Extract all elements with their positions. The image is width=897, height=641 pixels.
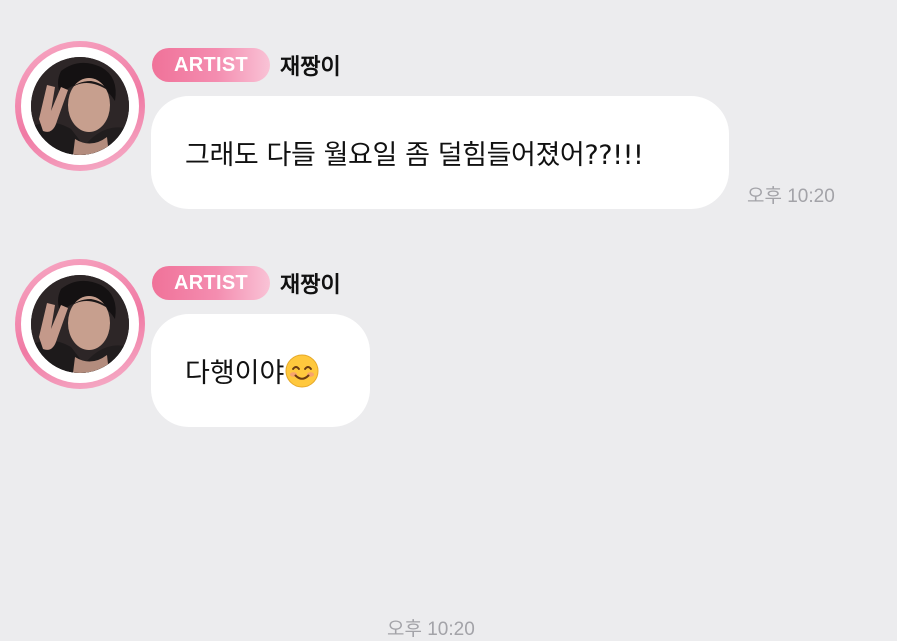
message-bubble[interactable]: 그래도 다들 월요일 좀 덜힘들어졌어??!!!: [151, 96, 729, 209]
message-text: 그래도 다들 월요일 좀 덜힘들어졌어??!!!: [185, 140, 644, 171]
message-text: 다행이야: [185, 358, 285, 389]
avatar-photo: [31, 57, 129, 155]
avatar-frame: [21, 47, 139, 165]
avatar-frame: [21, 265, 139, 383]
avatar-image: [31, 57, 129, 155]
message-bubble[interactable]: 다행이야: [151, 314, 370, 427]
message-header: ARTIST 재짱이: [152, 266, 341, 300]
message-header: ARTIST 재짱이: [152, 48, 341, 82]
artist-badge: ARTIST: [152, 48, 271, 82]
smiling-face-icon: [285, 354, 319, 387]
avatar-photo: [31, 275, 129, 373]
author-name[interactable]: 재짱이: [280, 49, 341, 81]
message-timestamp: 오후 10:20: [747, 186, 835, 207]
message-timestamp: 오후 10:20: [387, 619, 475, 640]
artist-badge: ARTIST: [152, 266, 271, 300]
avatar[interactable]: [15, 41, 145, 171]
avatar[interactable]: [15, 259, 145, 389]
author-name[interactable]: 재짱이: [280, 267, 341, 299]
avatar-image: [31, 275, 129, 373]
